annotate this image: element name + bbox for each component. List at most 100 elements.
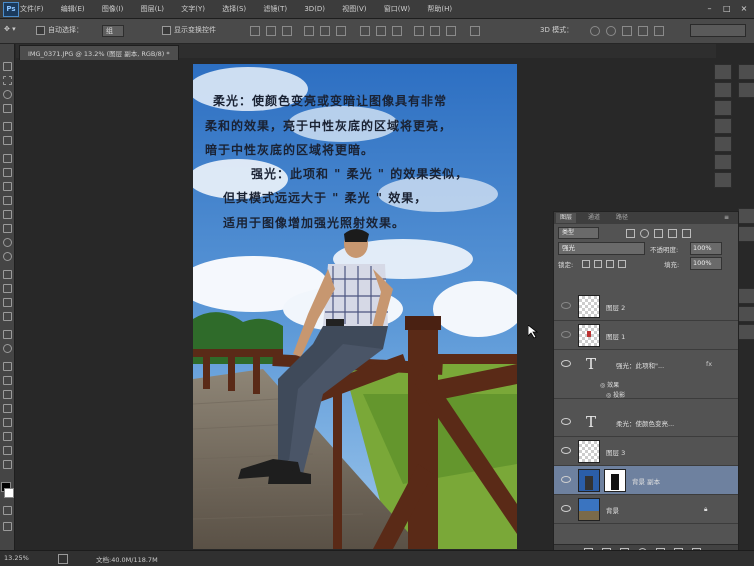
layer-row-selected[interactable]: 背景 副本 (554, 466, 738, 495)
workspace-switcher[interactable] (690, 24, 746, 37)
zoom-tool-icon[interactable] (3, 344, 12, 353)
align-right-icon[interactable] (336, 26, 346, 36)
layer-row[interactable]: T 柔光：使颜色变亮... (554, 408, 738, 437)
fill-input[interactable]: 100% (690, 257, 722, 270)
path-selection-tool-icon[interactable] (3, 298, 12, 307)
menu-filter[interactable]: 滤镜(T) (263, 4, 287, 14)
layer-row[interactable]: 图层 1 (554, 321, 738, 350)
menu-layer[interactable]: 图层(L) (141, 4, 164, 14)
distribute-hcenter-icon[interactable] (430, 26, 440, 36)
move-tool-icon[interactable]: ✥ ▾ (4, 25, 16, 33)
status-info-icon[interactable] (58, 554, 68, 564)
history-brush-tool-icon[interactable] (3, 196, 12, 205)
auto-align-icon[interactable] (470, 26, 480, 36)
lock-transparent-icon[interactable] (582, 260, 590, 268)
tab-channels[interactable]: 通道 (584, 213, 604, 223)
align-vcenter-icon[interactable] (266, 26, 276, 36)
minimize-button[interactable]: – (704, 3, 716, 14)
filter-smart-object-icon[interactable] (682, 229, 691, 238)
distribute-vcenter-icon[interactable] (376, 26, 386, 36)
visibility-eye-icon[interactable] (561, 476, 571, 483)
brush-tool-icon[interactable] (3, 168, 12, 177)
close-button[interactable]: × (738, 3, 750, 14)
auto-select-option[interactable]: 自动选择： (36, 25, 83, 35)
blend-mode-select[interactable]: 强光 (558, 242, 645, 255)
paragraph-panel-icon[interactable] (714, 172, 732, 188)
3d-rotate-icon[interactable] (590, 26, 600, 36)
menu-3d[interactable]: 3D(D) (304, 5, 325, 13)
distribute-bottom-icon[interactable] (392, 26, 402, 36)
count-tool-icon[interactable] (3, 404, 12, 413)
3d-scale-icon[interactable] (654, 26, 664, 36)
blur-tool-icon[interactable] (3, 238, 12, 247)
menu-edit[interactable]: 编辑(E) (61, 4, 85, 14)
lock-image-icon[interactable] (594, 260, 602, 268)
menu-type[interactable]: 文字(Y) (181, 4, 205, 14)
document-canvas[interactable]: 柔光：使颜色变亮或变暗让图像具有非常 柔和的效果，亮于中性灰底的区域将更亮， 暗… (193, 64, 517, 549)
layer-mask-thumbnail[interactable] (604, 469, 626, 492)
menu-select[interactable]: 选择(S) (222, 4, 246, 14)
shape-tool-icon[interactable] (3, 312, 12, 321)
3d-slide-icon[interactable] (638, 26, 648, 36)
rotate-view-tool-icon[interactable] (3, 446, 12, 455)
slice-tool-icon[interactable] (3, 432, 12, 441)
maximize-button[interactable]: □ (721, 3, 733, 14)
show-transform-checkbox[interactable] (162, 25, 171, 35)
filter-adjustment-icon[interactable] (640, 229, 649, 238)
ruler-tool-icon[interactable] (3, 418, 12, 427)
layer-effects-icon[interactable]: fx (706, 360, 712, 368)
healing-brush-tool-icon[interactable] (3, 154, 12, 163)
quick-mask-icon[interactable] (3, 506, 12, 515)
visibility-eye-icon[interactable] (561, 505, 571, 512)
filter-shape-icon[interactable] (668, 229, 677, 238)
adjustments-panel-icon[interactable] (738, 208, 754, 224)
crop-tool-icon[interactable] (3, 122, 12, 131)
lock-all-icon[interactable] (618, 260, 626, 268)
auto-select-target-select[interactable]: 组 (102, 25, 124, 37)
note-tool-icon[interactable] (3, 390, 12, 399)
layer-row[interactable]: T 强光：此项和"... fx ◎ 效果 ◎ 投影 (554, 350, 738, 399)
hand-tool-icon[interactable] (3, 330, 12, 339)
layers-panel-icon[interactable] (738, 288, 754, 304)
eyedropper-tool-icon[interactable] (3, 136, 12, 145)
marquee-tool-icon[interactable] (3, 76, 12, 85)
visibility-eye-icon[interactable] (561, 331, 571, 338)
3d-camera-tool-icon[interactable] (3, 376, 12, 385)
lock-position-icon[interactable] (606, 260, 614, 268)
properties-panel-icon[interactable] (714, 118, 732, 134)
paths-panel-icon[interactable] (738, 324, 754, 340)
align-left-icon[interactable] (304, 26, 314, 36)
background-color-swatch[interactable] (4, 488, 14, 498)
filter-type-icon[interactable] (654, 229, 663, 238)
auto-select-checkbox[interactable] (36, 25, 45, 35)
align-hcenter-icon[interactable] (320, 26, 330, 36)
drop-shadow-effect[interactable]: ◎ 投影 (606, 390, 625, 399)
swatches-panel-icon[interactable] (738, 82, 754, 98)
align-top-icon[interactable] (250, 26, 260, 36)
panel-menu-icon[interactable]: ≡ (720, 213, 733, 223)
tool-presets-panel-icon[interactable] (714, 100, 732, 116)
layer-row[interactable]: 背景 🔒︎ (554, 495, 738, 524)
filter-pixel-icon[interactable] (626, 229, 635, 238)
info-panel-icon[interactable] (714, 136, 732, 152)
dodge-tool-icon[interactable] (3, 252, 12, 261)
channels-panel-icon[interactable] (738, 306, 754, 322)
3d-pan-icon[interactable] (622, 26, 632, 36)
history-panel-icon[interactable] (714, 64, 732, 80)
mixer-brush-tool-icon[interactable] (3, 460, 12, 469)
visibility-eye-icon[interactable] (561, 360, 571, 367)
tab-paths[interactable]: 路径 (612, 213, 632, 223)
clone-stamp-tool-icon[interactable] (3, 182, 12, 191)
distribute-top-icon[interactable] (360, 26, 370, 36)
menu-file[interactable]: 文件(F) (20, 4, 44, 14)
character-panel-icon[interactable] (714, 154, 732, 170)
type-tool-icon[interactable] (3, 284, 12, 293)
gradient-tool-icon[interactable] (3, 224, 12, 233)
document-tab[interactable]: IMG_0371.JPG @ 13.2% (图层 副本, RGB/8) * (19, 45, 179, 60)
visibility-eye-icon[interactable] (561, 302, 571, 309)
menu-view[interactable]: 视图(V) (342, 4, 366, 14)
show-transform-option[interactable]: 显示变换控件 (162, 25, 216, 35)
menu-window[interactable]: 窗口(W) (384, 4, 410, 14)
layer-row[interactable]: 图层 2 (554, 292, 738, 321)
layer-kind-filter-select[interactable]: 类型 (558, 227, 599, 239)
